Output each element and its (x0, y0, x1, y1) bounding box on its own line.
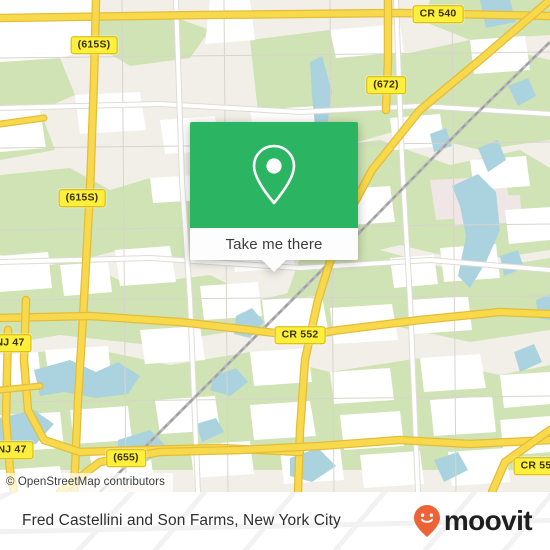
map-canvas[interactable]: CR 540 (615S) (672) (615S) CR 552 NJ 47 … (0, 0, 550, 492)
route-shield[interactable]: NJ 47 (0, 441, 34, 459)
take-me-there-label: Take me there (225, 235, 323, 253)
route-shield[interactable]: (615S) (70, 36, 118, 54)
route-shield[interactable]: NJ 47 (0, 334, 32, 352)
destination-callout-card[interactable]: Take me there (190, 122, 358, 272)
callout-illustration (190, 122, 358, 228)
place-title: Fred Castellini and Son Farms, New York … (22, 492, 341, 550)
moovit-smiling-pin-icon (413, 505, 440, 537)
osm-attribution[interactable]: © OpenStreetMap contributors (0, 473, 173, 492)
osm-attribution-label: © OpenStreetMap contributors (6, 476, 165, 488)
route-shield[interactable]: CR 540 (412, 5, 464, 23)
moovit-logo[interactable]: moovit (412, 492, 533, 550)
map-pin-icon (252, 144, 296, 205)
footer-bar: Fred Castellini and Son Farms, New York … (0, 492, 550, 550)
place-title-label: Fred Castellini and Son Farms, New York … (22, 512, 341, 529)
take-me-there-button[interactable]: Take me there (190, 228, 358, 260)
route-shield[interactable]: (672) (366, 76, 406, 94)
route-shield[interactable]: (655) (106, 449, 146, 467)
route-shield[interactable]: CR 55 (513, 457, 550, 475)
callout-pointer (261, 259, 287, 272)
map-screenshot: CR 540 (615S) (672) (615S) CR 552 NJ 47 … (0, 0, 550, 550)
route-shield[interactable]: (615S) (58, 189, 106, 207)
route-shield[interactable]: CR 552 (274, 326, 326, 344)
moovit-wordmark: moovit (443, 505, 533, 536)
